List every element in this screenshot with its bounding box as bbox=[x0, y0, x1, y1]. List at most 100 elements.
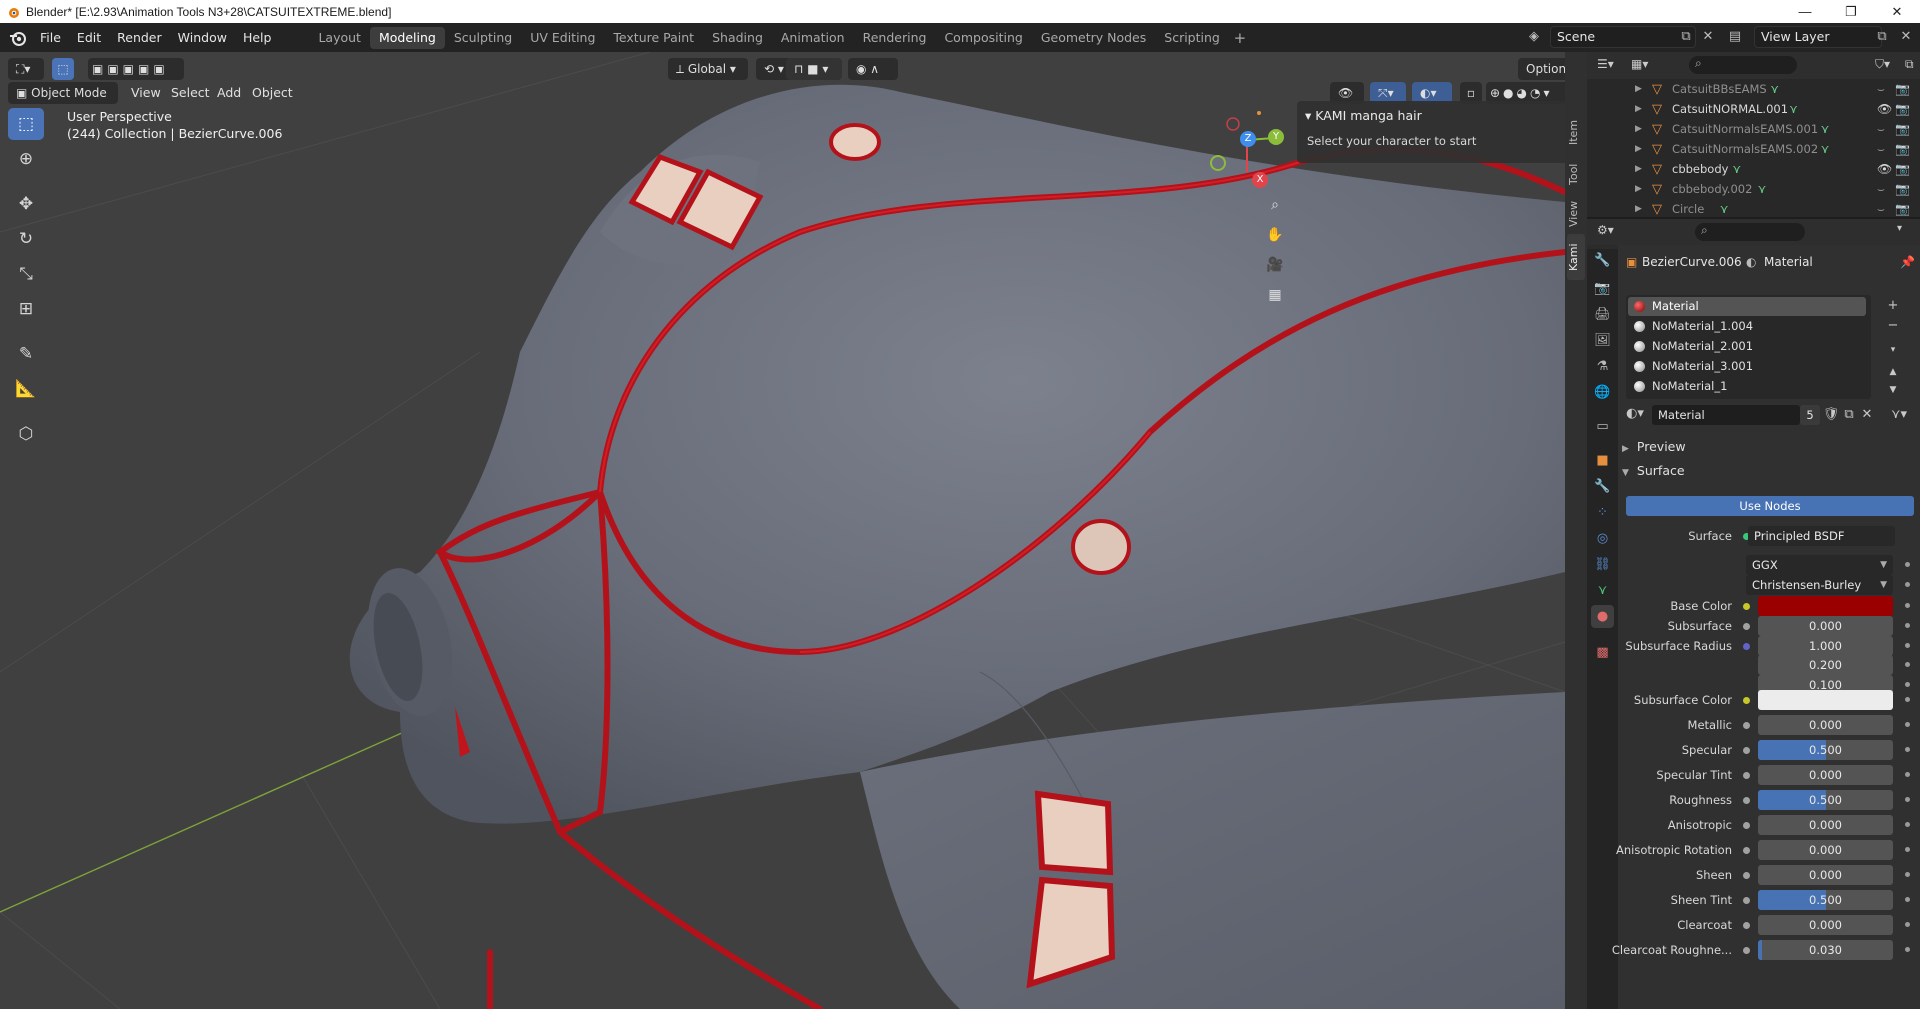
object-tab-icon[interactable]: ■ bbox=[1591, 449, 1614, 472]
material-name-field[interactable]: Material bbox=[1652, 405, 1800, 425]
menu-help[interactable]: Help bbox=[235, 26, 280, 50]
selection-mode-icons[interactable]: ▣▣▣▣▣ bbox=[88, 58, 184, 80]
menu-window[interactable]: Window bbox=[170, 26, 235, 50]
delete-view-layer-icon[interactable]: ✕ bbox=[1898, 29, 1914, 45]
param-value-slider[interactable]: 0.000 bbox=[1758, 865, 1893, 885]
material-slot[interactable]: NoMaterial_1 bbox=[1628, 377, 1866, 396]
eye-closed-icon[interactable]: ⌣ bbox=[1877, 82, 1885, 97]
editor-type-icon[interactable]: ⛶▾ bbox=[8, 58, 44, 80]
new-collection-icon[interactable]: ⧉ bbox=[1905, 57, 1914, 72]
param-value-slider[interactable]: 1.000 bbox=[1758, 635, 1893, 656]
collection-tab-icon[interactable]: ▭ bbox=[1591, 415, 1614, 438]
tab-scripting[interactable]: Scripting bbox=[1155, 27, 1229, 49]
keyframe-dot[interactable] bbox=[1905, 562, 1910, 567]
duplicate-material-icon[interactable]: ⧉ bbox=[1840, 406, 1858, 424]
select-box-icon[interactable]: ⬚ bbox=[52, 58, 74, 80]
surface-shader-field[interactable]: Principled BSDF bbox=[1748, 526, 1895, 546]
eye-closed-icon[interactable]: ⌣ bbox=[1877, 202, 1885, 217]
preview-panel-header[interactable]: ▶ Preview bbox=[1622, 436, 1686, 458]
material-slot[interactable]: NoMaterial_2.001 bbox=[1628, 337, 1866, 356]
keyframe-dot[interactable] bbox=[1905, 722, 1910, 727]
render-tab-icon[interactable]: 📷 bbox=[1591, 277, 1614, 300]
viewport-menu-view[interactable]: View bbox=[131, 82, 161, 104]
param-value-slider[interactable]: 0.000 bbox=[1758, 840, 1893, 860]
viewport-menu-add[interactable]: Add bbox=[217, 82, 241, 104]
pin-icon[interactable]: 📌 bbox=[1900, 255, 1915, 269]
expand-arrow-icon[interactable]: ▶ bbox=[1635, 104, 1642, 114]
tab-texture-paint[interactable]: Texture Paint bbox=[604, 27, 703, 49]
measure-tool-icon[interactable]: 📐 bbox=[8, 373, 44, 405]
eye-closed-icon[interactable]: ⌣ bbox=[1877, 122, 1885, 137]
base-color-swatch[interactable] bbox=[1758, 596, 1893, 616]
expand-arrow-icon[interactable]: ▶ bbox=[1635, 84, 1642, 94]
tool-tab-icon[interactable]: 🔧 bbox=[1591, 249, 1614, 272]
keyframe-dot[interactable] bbox=[1905, 797, 1910, 802]
keyframe-dot[interactable] bbox=[1905, 642, 1910, 648]
gizmo-y-axis[interactable]: Y bbox=[1268, 129, 1284, 145]
gizmo-x-axis[interactable]: X bbox=[1252, 172, 1268, 188]
tab-layout[interactable]: Layout bbox=[309, 27, 370, 49]
properties-options-icon[interactable]: ▾ bbox=[1897, 223, 1902, 234]
delete-scene-icon[interactable]: ✕ bbox=[1700, 29, 1716, 45]
material-slot-list[interactable]: Material NoMaterial_1.004 NoMaterial_2.001… bbox=[1626, 295, 1871, 399]
sidebar-tab-item[interactable]: Item bbox=[1567, 112, 1585, 152]
outliner-row[interactable]: ▶ ▽ CatsuitNormalsEAMS.001 ⋎ ⌣ 📷 bbox=[1587, 119, 1920, 139]
keyframe-dot[interactable] bbox=[1905, 603, 1910, 608]
link-type-icon[interactable]: ⋎▾ bbox=[1890, 406, 1908, 424]
add-workspace-icon[interactable]: + bbox=[1229, 27, 1251, 49]
mesh-data-icon[interactable]: ⋎ bbox=[1758, 182, 1767, 196]
keyframe-dot[interactable] bbox=[1905, 772, 1910, 777]
eye-icon[interactable]: 👁 bbox=[1877, 102, 1892, 116]
material-slot[interactable]: NoMaterial_1.004 bbox=[1628, 317, 1866, 336]
ortho-grid-icon[interactable]: ▦ bbox=[1262, 282, 1288, 308]
param-value-slider[interactable]: 0.000 bbox=[1758, 915, 1893, 935]
subsurface-method-dropdown[interactable]: Christensen-Burley ▼ bbox=[1746, 575, 1893, 595]
blender-logo-icon[interactable] bbox=[8, 28, 28, 48]
eye-closed-icon[interactable]: ⌣ bbox=[1877, 142, 1885, 157]
param-value-slider[interactable]: 0.000 bbox=[1758, 815, 1893, 835]
mesh-data-icon[interactable]: ⋎ bbox=[1720, 202, 1729, 216]
render-camera-icon[interactable]: 📷 bbox=[1895, 102, 1910, 116]
param-value-slider[interactable]: 0.000 bbox=[1758, 715, 1893, 735]
unlink-material-icon[interactable]: ✕ bbox=[1858, 406, 1876, 424]
minimize-button[interactable]: — bbox=[1782, 0, 1828, 23]
render-camera-icon[interactable]: 📷 bbox=[1895, 162, 1910, 176]
keyframe-dot[interactable] bbox=[1905, 662, 1910, 667]
view-layer-field[interactable]: View Layer bbox=[1754, 26, 1882, 48]
tab-shading[interactable]: Shading bbox=[703, 27, 772, 49]
render-camera-icon[interactable]: 📷 bbox=[1895, 182, 1910, 196]
sidebar-tab-tool[interactable]: Tool bbox=[1567, 154, 1585, 194]
material-users-count[interactable]: 5 bbox=[1800, 405, 1820, 425]
filter-icon[interactable]: ⛉▾ bbox=[1875, 57, 1890, 72]
remove-slot-icon[interactable]: − bbox=[1884, 317, 1902, 335]
param-value-slider[interactable]: 0.200 bbox=[1758, 655, 1893, 675]
outliner-item-name[interactable]: CatsuitNormalsEAMS.001 bbox=[1672, 122, 1818, 136]
options-button[interactable]: Options ▾ bbox=[1518, 58, 1565, 98]
data-tab-icon[interactable]: ⋎ bbox=[1591, 579, 1614, 602]
outliner-row[interactable]: ▶ ▽ CatsuitNORMAL.001 ⋎ 👁 📷 bbox=[1587, 99, 1920, 119]
expand-arrow-icon[interactable]: ▶ bbox=[1635, 124, 1642, 134]
material-slot[interactable]: Material bbox=[1628, 297, 1866, 316]
object-mode-dropdown[interactable]: ▣ Object Mode ▾ bbox=[8, 82, 118, 122]
outliner-item-name[interactable]: cbbebody.002 bbox=[1672, 182, 1752, 196]
keyframe-dot[interactable] bbox=[1905, 922, 1910, 927]
transform-tool-icon[interactable]: ⊞ bbox=[8, 293, 44, 325]
expand-arrow-icon[interactable]: ▶ bbox=[1635, 204, 1642, 214]
keyframe-dot[interactable] bbox=[1905, 947, 1910, 952]
3d-viewport[interactable]: Z Y X ⌕ ✋ 🎥 ▦ ⛶▾ ⬚ ▣▣▣▣▣ ⟂ Global ▾ ⟲ ▾ … bbox=[0, 52, 1565, 1009]
scene-tab-icon[interactable]: ⚗ bbox=[1591, 355, 1614, 378]
snap-toggle-icon[interactable]: ⊓ ■ ▾ bbox=[786, 58, 842, 80]
new-scene-icon[interactable]: ⧉ bbox=[1678, 29, 1694, 45]
transform-orientation-dropdown[interactable]: ⟂ Global ▾ bbox=[668, 58, 748, 80]
param-value-slider[interactable]: 0.500 bbox=[1758, 890, 1893, 910]
mesh-data-icon[interactable]: ⋎ bbox=[1789, 102, 1798, 116]
keyframe-dot[interactable] bbox=[1905, 847, 1910, 852]
param-value-slider[interactable]: 0.500 bbox=[1758, 790, 1893, 810]
fake-user-icon[interactable]: 🛡 bbox=[1822, 406, 1840, 424]
mesh-data-icon[interactable]: ⋎ bbox=[1821, 122, 1830, 136]
menu-file[interactable]: File bbox=[32, 26, 69, 50]
properties-search-input[interactable]: ⌕ bbox=[1695, 223, 1805, 241]
texture-tab-icon[interactable]: ▩ bbox=[1591, 641, 1614, 664]
render-camera-icon[interactable]: 📷 bbox=[1895, 202, 1910, 216]
keyframe-dot[interactable] bbox=[1905, 697, 1910, 702]
